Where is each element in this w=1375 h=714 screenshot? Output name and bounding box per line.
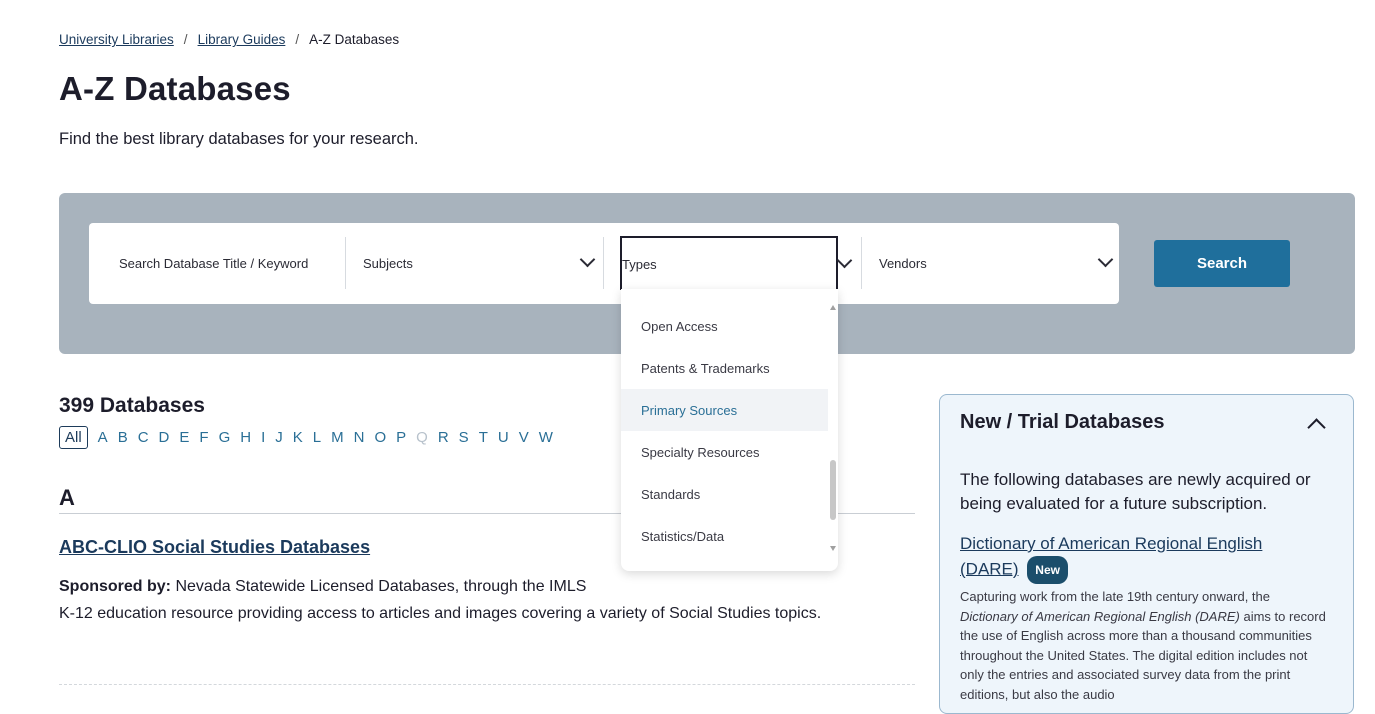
page-subtitle: Find the best library databases for your…: [59, 130, 419, 148]
divider: [861, 237, 862, 289]
chevron-down-icon: [836, 252, 853, 269]
search-button[interactable]: Search: [1154, 240, 1290, 287]
chevron-up-icon[interactable]: [1307, 418, 1326, 437]
letter-filter-q: Q: [416, 429, 428, 446]
letter-filter-d[interactable]: D: [159, 429, 170, 446]
vendors-label: Vendors: [879, 256, 927, 271]
breadcrumb-separator: /: [295, 32, 300, 47]
scroll-down-arrow-icon[interactable]: [830, 546, 836, 551]
dropdown-option-patents-trademarks[interactable]: Patents & Trademarks: [621, 347, 828, 389]
letter-filter-e[interactable]: E: [179, 429, 189, 446]
new-badge: New: [1027, 556, 1068, 584]
letter-filter-f[interactable]: F: [199, 429, 208, 446]
breadcrumb-separator: /: [183, 32, 188, 47]
letter-filter-a[interactable]: A: [98, 429, 108, 446]
letter-filter-j[interactable]: J: [275, 429, 283, 446]
desc-part: Capturing work from the late 19th centur…: [960, 589, 1270, 604]
alphabet-filter: All A B C D E F G H I J K L M N O P Q R S T U V W: [59, 426, 563, 449]
sponsor-value: Nevada Statewide Licensed Databases, thr…: [175, 578, 587, 595]
letter-filter-h[interactable]: H: [240, 429, 251, 446]
letter-filter-u[interactable]: U: [498, 429, 509, 446]
letter-filter-k[interactable]: K: [293, 429, 303, 446]
letter-filter-g[interactable]: G: [219, 429, 231, 446]
subjects-label: Subjects: [363, 256, 413, 271]
letter-filter-c[interactable]: C: [138, 429, 149, 446]
dropdown-option-specialty-resources[interactable]: Specialty Resources: [621, 431, 828, 473]
dropdown-option-primary-sources[interactable]: Primary Sources: [621, 389, 828, 431]
letter-filter-i[interactable]: I: [261, 429, 265, 446]
page-title: A-Z Databases: [59, 70, 291, 107]
desc-italic: Dictionary of American Regional English …: [960, 608, 1240, 624]
divider: [345, 237, 346, 289]
subjects-select[interactable]: Subjects: [363, 223, 599, 304]
trial-database-entry: Dictionary of American Regional English …: [960, 532, 1320, 584]
sponsor-label: Sponsored by:: [59, 578, 172, 595]
section-heading-a: A: [59, 485, 75, 510]
breadcrumb-current: A-Z Databases: [309, 32, 400, 47]
dropdown-option-statistics-data[interactable]: Statistics/Data: [621, 515, 828, 557]
trial-panel-intro: The following databases are newly acquir…: [960, 470, 1311, 513]
letter-filter-m[interactable]: M: [331, 429, 344, 446]
chevron-down-icon: [1097, 251, 1114, 268]
search-box: Subjects Types Vendors: [89, 223, 1119, 304]
breadcrumb-link-university-libraries[interactable]: University Libraries: [59, 32, 174, 47]
vendors-select[interactable]: Vendors: [879, 223, 1119, 304]
letter-filter-t[interactable]: T: [479, 429, 488, 446]
letter-filter-s[interactable]: S: [459, 429, 469, 446]
dropdown-option-standards[interactable]: Standards: [621, 473, 828, 515]
database-count: 399 Databases: [59, 394, 205, 417]
trial-databases-panel: New / Trial Databases The following data…: [939, 394, 1354, 714]
types-dropdown-menu: Open Access Patents & Trademarks Primary…: [621, 289, 838, 571]
dropdown-option-open-access[interactable]: Open Access: [621, 305, 828, 347]
letter-filter-p[interactable]: P: [396, 429, 406, 446]
breadcrumb: University Libraries / Library Guides / …: [59, 32, 399, 47]
letter-filter-v[interactable]: V: [519, 429, 529, 446]
search-field: [89, 223, 345, 304]
trial-database-description: Capturing work from the late 19th centur…: [960, 587, 1330, 704]
types-label: Types: [622, 256, 657, 272]
database-sponsor: Sponsored by: Nevada Statewide Licensed …: [59, 578, 586, 596]
trial-panel-heading: New / Trial Databases: [960, 411, 1165, 433]
letter-filter-w[interactable]: W: [539, 429, 553, 446]
letter-filter-l[interactable]: L: [313, 429, 321, 446]
database-description: K-12 education resource providing access…: [59, 605, 822, 622]
divider: [603, 237, 604, 289]
scroll-up-arrow-icon[interactable]: [830, 305, 836, 310]
breadcrumb-link-library-guides[interactable]: Library Guides: [198, 32, 286, 47]
search-input[interactable]: [117, 255, 341, 272]
dropdown-scrollbar[interactable]: [830, 460, 836, 520]
database-title-link[interactable]: ABC-CLIO Social Studies Databases: [59, 537, 370, 558]
letter-filter-r[interactable]: R: [438, 429, 449, 446]
entry-divider: [59, 684, 915, 685]
types-select[interactable]: Types: [620, 236, 853, 290]
letter-filter-all[interactable]: All: [59, 426, 88, 449]
letter-filter-n[interactable]: N: [354, 429, 365, 446]
letter-filter-o[interactable]: O: [374, 429, 386, 446]
letter-filter-b[interactable]: B: [118, 429, 128, 446]
trial-database-link[interactable]: Dictionary of American Regional English …: [960, 534, 1262, 578]
chevron-down-icon: [579, 251, 596, 268]
